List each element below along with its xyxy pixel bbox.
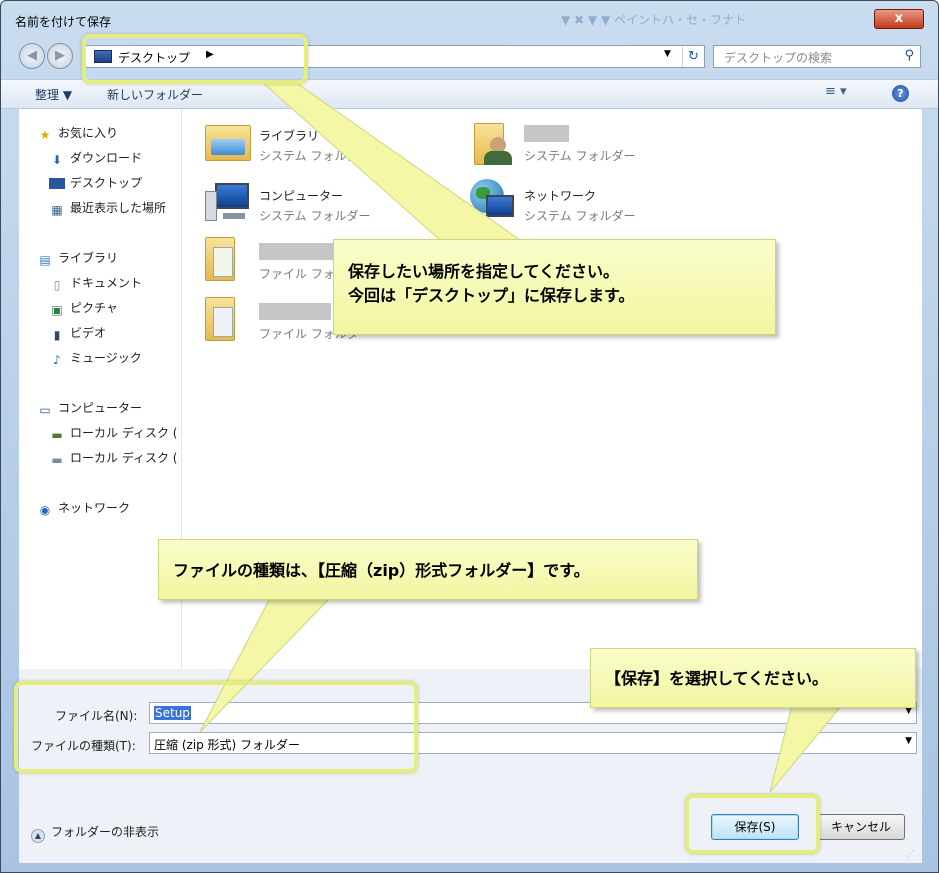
video-icon: ▮ xyxy=(53,328,61,342)
close-button[interactable]: x xyxy=(874,9,924,29)
sidebar-item-network[interactable]: ◉ ネットワーク xyxy=(37,499,130,519)
refresh-icon[interactable]: ↻ xyxy=(682,47,704,67)
hide-folders-toggle[interactable]: ▲ フォルダーの非表示 xyxy=(31,823,159,843)
user-folder-icon xyxy=(468,119,518,167)
back-button[interactable]: ◀ xyxy=(19,43,45,69)
file-item-user[interactable]: システム フォルダー xyxy=(468,119,728,175)
sidebar-item-favorites[interactable]: ★ お気に入り xyxy=(37,124,118,144)
view-options-icon[interactable]: ≡ ▾ xyxy=(825,84,847,99)
file-item-network[interactable]: ネットワーク システム フォルダー xyxy=(468,179,728,235)
background-window-title: ▼ ✖ ▼ ▼ ペイントハ・セ・フナト xyxy=(561,13,746,27)
desktop-icon xyxy=(49,178,65,189)
local-disk-icon: ▬ xyxy=(51,453,63,467)
organize-button[interactable]: 整理 ▼ xyxy=(35,86,72,103)
forward-arrow-icon: ▶ xyxy=(55,48,65,63)
search-icon[interactable]: ⚲ xyxy=(904,48,914,63)
sidebar-item-recent-places[interactable]: ▦ 最近表示した場所 xyxy=(49,199,166,219)
back-arrow-icon: ◀ xyxy=(27,48,37,63)
search-input[interactable]: デスクトップの検索 xyxy=(724,49,832,66)
blurred-name xyxy=(524,125,569,142)
chevron-down-icon[interactable]: ▼ xyxy=(905,736,912,746)
window-title: 名前を付けて保存 xyxy=(15,15,112,29)
sidebar-item-libraries[interactable]: ▤ ライブラリ xyxy=(37,249,118,269)
search-box[interactable]: デスクトップの検索 ⚲ xyxy=(713,45,921,68)
recent-places-icon: ▦ xyxy=(51,203,63,217)
sidebar-item-desktop[interactable]: デスクトップ xyxy=(49,174,142,194)
cancel-button[interactable]: キャンセル xyxy=(817,814,905,840)
callout-location-line1: 保存したい場所を指定してください。 xyxy=(348,262,620,281)
computer-icon: ▭ xyxy=(39,403,51,417)
folder-icon xyxy=(203,297,253,345)
file-item-computer[interactable]: コンピューター システム フォルダー xyxy=(203,179,463,235)
callout-save: 【保存】を選択してください。 xyxy=(590,648,916,708)
save-highlight xyxy=(685,794,820,854)
music-icon: ♪ xyxy=(53,353,61,367)
library-folder-icon xyxy=(203,119,253,167)
close-icon: x xyxy=(894,11,904,26)
network-icon: ◉ xyxy=(39,503,51,517)
callout-filetype: ファイルの種類は、【圧縮（zip）形式フォルダー】です。 xyxy=(158,539,698,600)
filetype-highlight xyxy=(14,681,418,773)
sidebar-item-downloads[interactable]: ⬇ ダウンロード xyxy=(49,149,142,169)
sidebar-item-videos[interactable]: ▮ ビデオ xyxy=(49,324,106,344)
sidebar-item-local-disk-c[interactable]: ▬ ローカル ディスク ( xyxy=(49,424,177,444)
help-icon[interactable]: ? xyxy=(892,85,909,102)
document-icon: ▯ xyxy=(53,278,61,292)
sidebar-item-pictures[interactable]: ▣ ピクチャ xyxy=(49,299,118,319)
sidebar-item-computer[interactable]: ▭ コンピューター xyxy=(37,399,142,419)
picture-icon: ▣ xyxy=(51,303,63,317)
library-icon: ▤ xyxy=(39,253,51,267)
resize-grip-icon[interactable]: ⋰ xyxy=(906,849,914,858)
folder-icon xyxy=(203,237,253,285)
network-globe-icon xyxy=(468,179,518,227)
sidebar-item-documents[interactable]: ▯ ドキュメント xyxy=(49,274,142,294)
blurred-name xyxy=(259,303,331,320)
new-folder-button[interactable]: 新しいフォルダー xyxy=(107,86,203,103)
address-highlight xyxy=(82,34,308,84)
forward-button[interactable]: ▶ xyxy=(47,43,73,69)
sidebar-item-local-disk-d[interactable]: ▬ ローカル ディスク ( xyxy=(49,449,177,469)
blurred-name xyxy=(259,243,339,260)
local-disk-icon: ▬ xyxy=(51,428,63,442)
callout-location: 保存したい場所を指定してください。 今回は「デスクトップ」に保存します。 xyxy=(333,239,776,335)
callout-location-line2: 今回は「デスクトップ」に保存します。 xyxy=(348,286,635,305)
address-dropdown-icon[interactable]: ▼ xyxy=(664,49,671,59)
computer-icon xyxy=(203,179,253,227)
star-icon: ★ xyxy=(39,128,51,142)
collapse-up-icon: ▲ xyxy=(31,829,45,843)
title-bar: 名前を付けて保存 ▼ ✖ ▼ ▼ ペイントハ・セ・フナト x xyxy=(1,1,938,35)
file-item-library[interactable]: ライブラリ システム フォルダー xyxy=(203,119,463,175)
sidebar-item-music[interactable]: ♪ ミュージック xyxy=(49,349,142,369)
download-icon: ⬇ xyxy=(51,153,63,167)
